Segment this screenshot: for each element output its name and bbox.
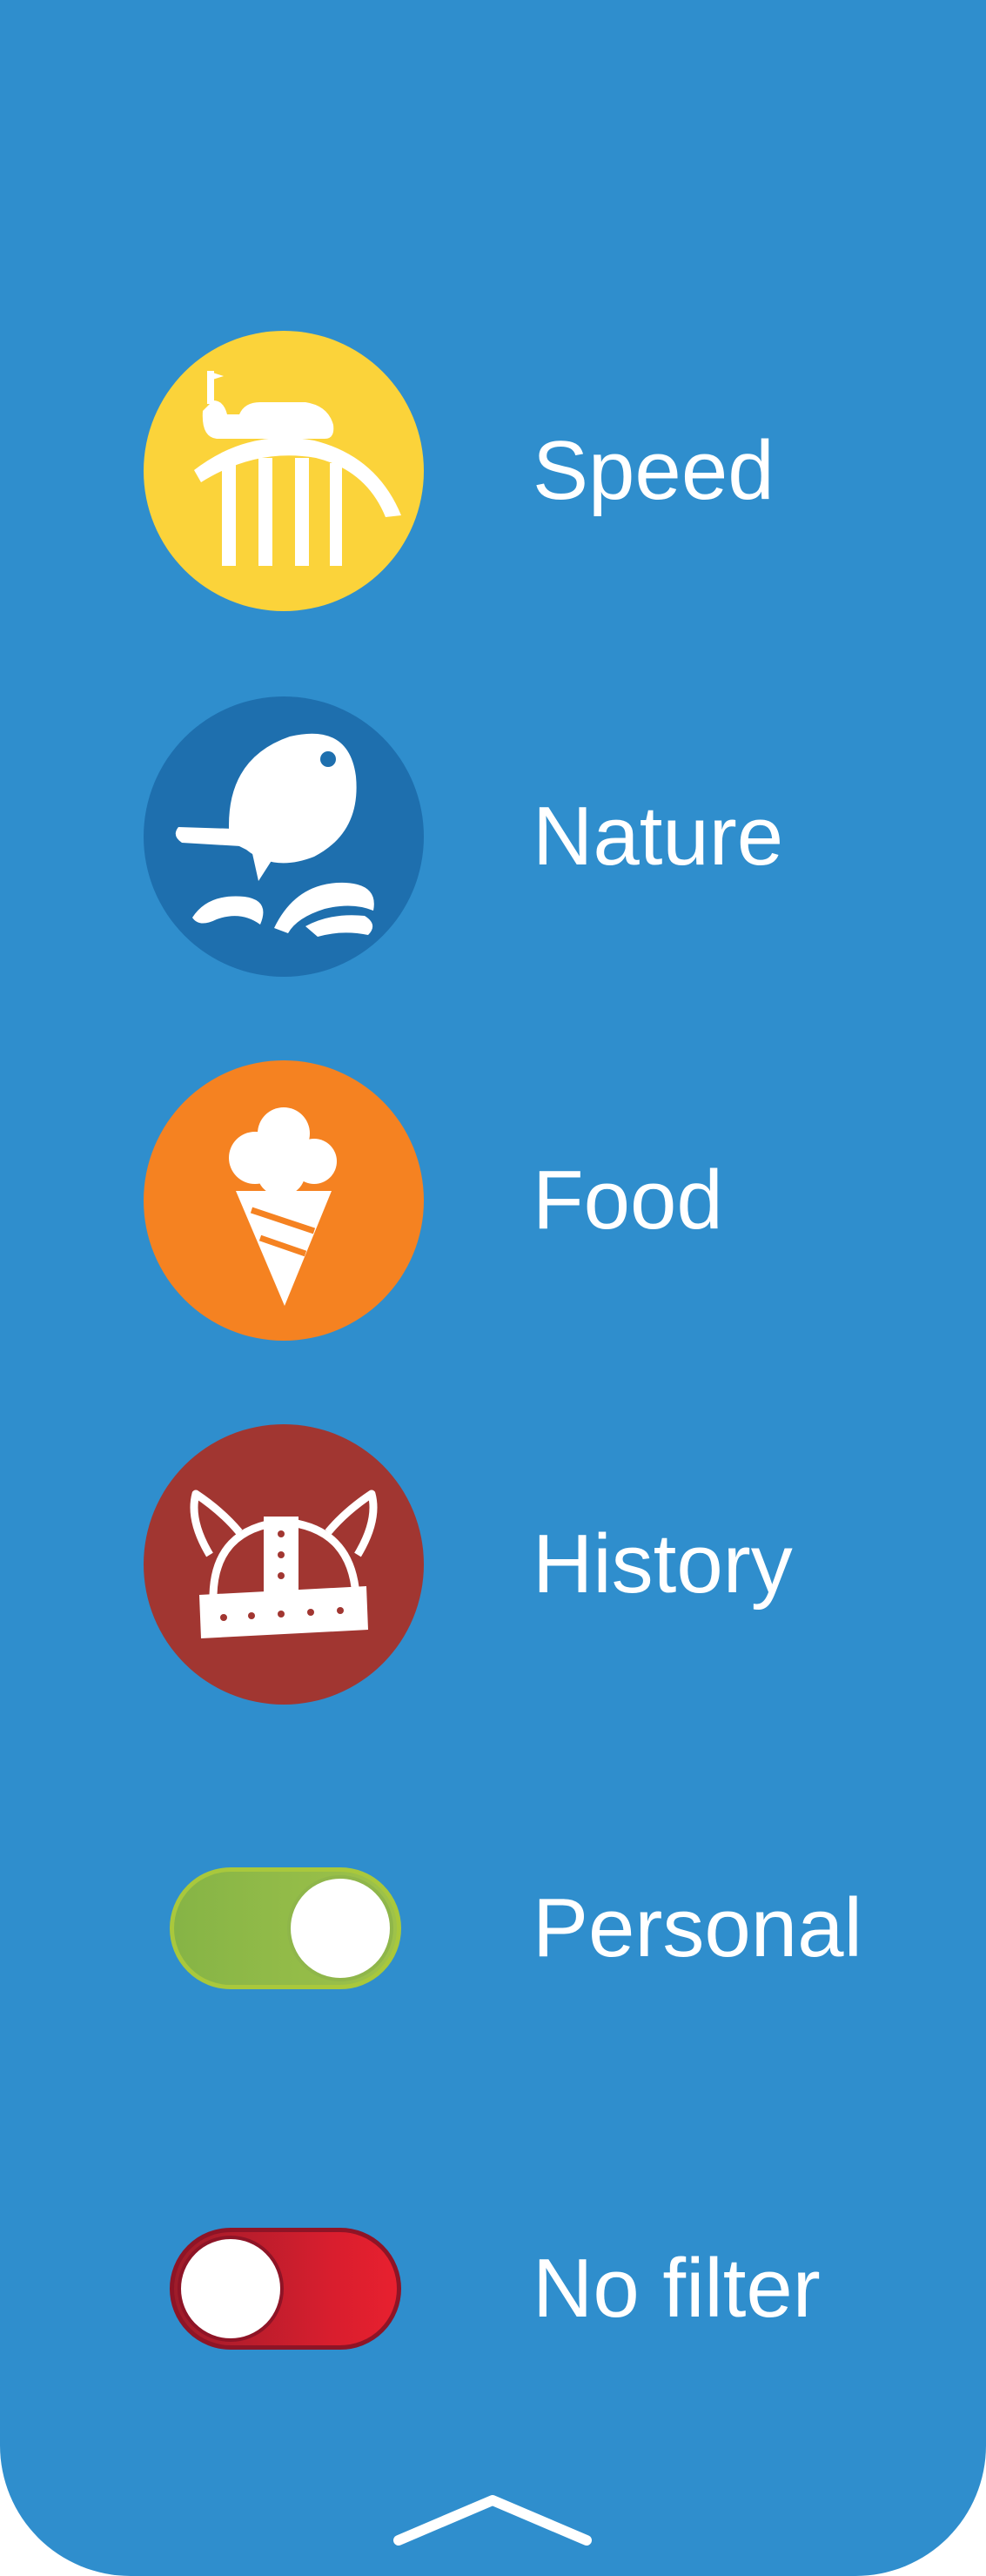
- roller-coaster-icon: [194, 371, 401, 566]
- history-label: History: [533, 1517, 793, 1611]
- nature-label: Nature: [533, 790, 784, 883]
- speed-badge[interactable]: [144, 331, 424, 611]
- filter-speed[interactable]: Speed: [0, 331, 986, 618]
- toggle-knob[interactable]: [287, 1875, 393, 1981]
- food-badge[interactable]: [144, 1060, 424, 1341]
- fish-icon: [175, 733, 374, 937]
- history-badge[interactable]: [144, 1424, 424, 1705]
- toggle-no-filter-row[interactable]: No filter: [0, 2149, 986, 2436]
- no-filter-toggle[interactable]: [170, 2228, 401, 2350]
- ice-cream-icon: [229, 1107, 337, 1306]
- filter-nature[interactable]: Nature: [0, 696, 986, 984]
- chevron-up-icon[interactable]: [390, 2488, 595, 2549]
- viking-helmet-icon: [190, 1490, 378, 1638]
- filter-panel: Speed Nature Food History Personal No fi…: [0, 0, 986, 2576]
- toggle-knob[interactable]: [178, 2236, 284, 2342]
- personal-label: Personal: [533, 1881, 862, 1974]
- toggle-personal-row[interactable]: Personal: [0, 1788, 986, 2075]
- food-label: Food: [533, 1153, 723, 1247]
- personal-toggle[interactable]: [170, 1867, 401, 1989]
- nature-badge[interactable]: [144, 696, 424, 977]
- filter-history[interactable]: History: [0, 1424, 986, 1712]
- speed-label: Speed: [533, 424, 775, 517]
- no-filter-label: No filter: [533, 2242, 821, 2335]
- filter-food[interactable]: Food: [0, 1060, 986, 1348]
